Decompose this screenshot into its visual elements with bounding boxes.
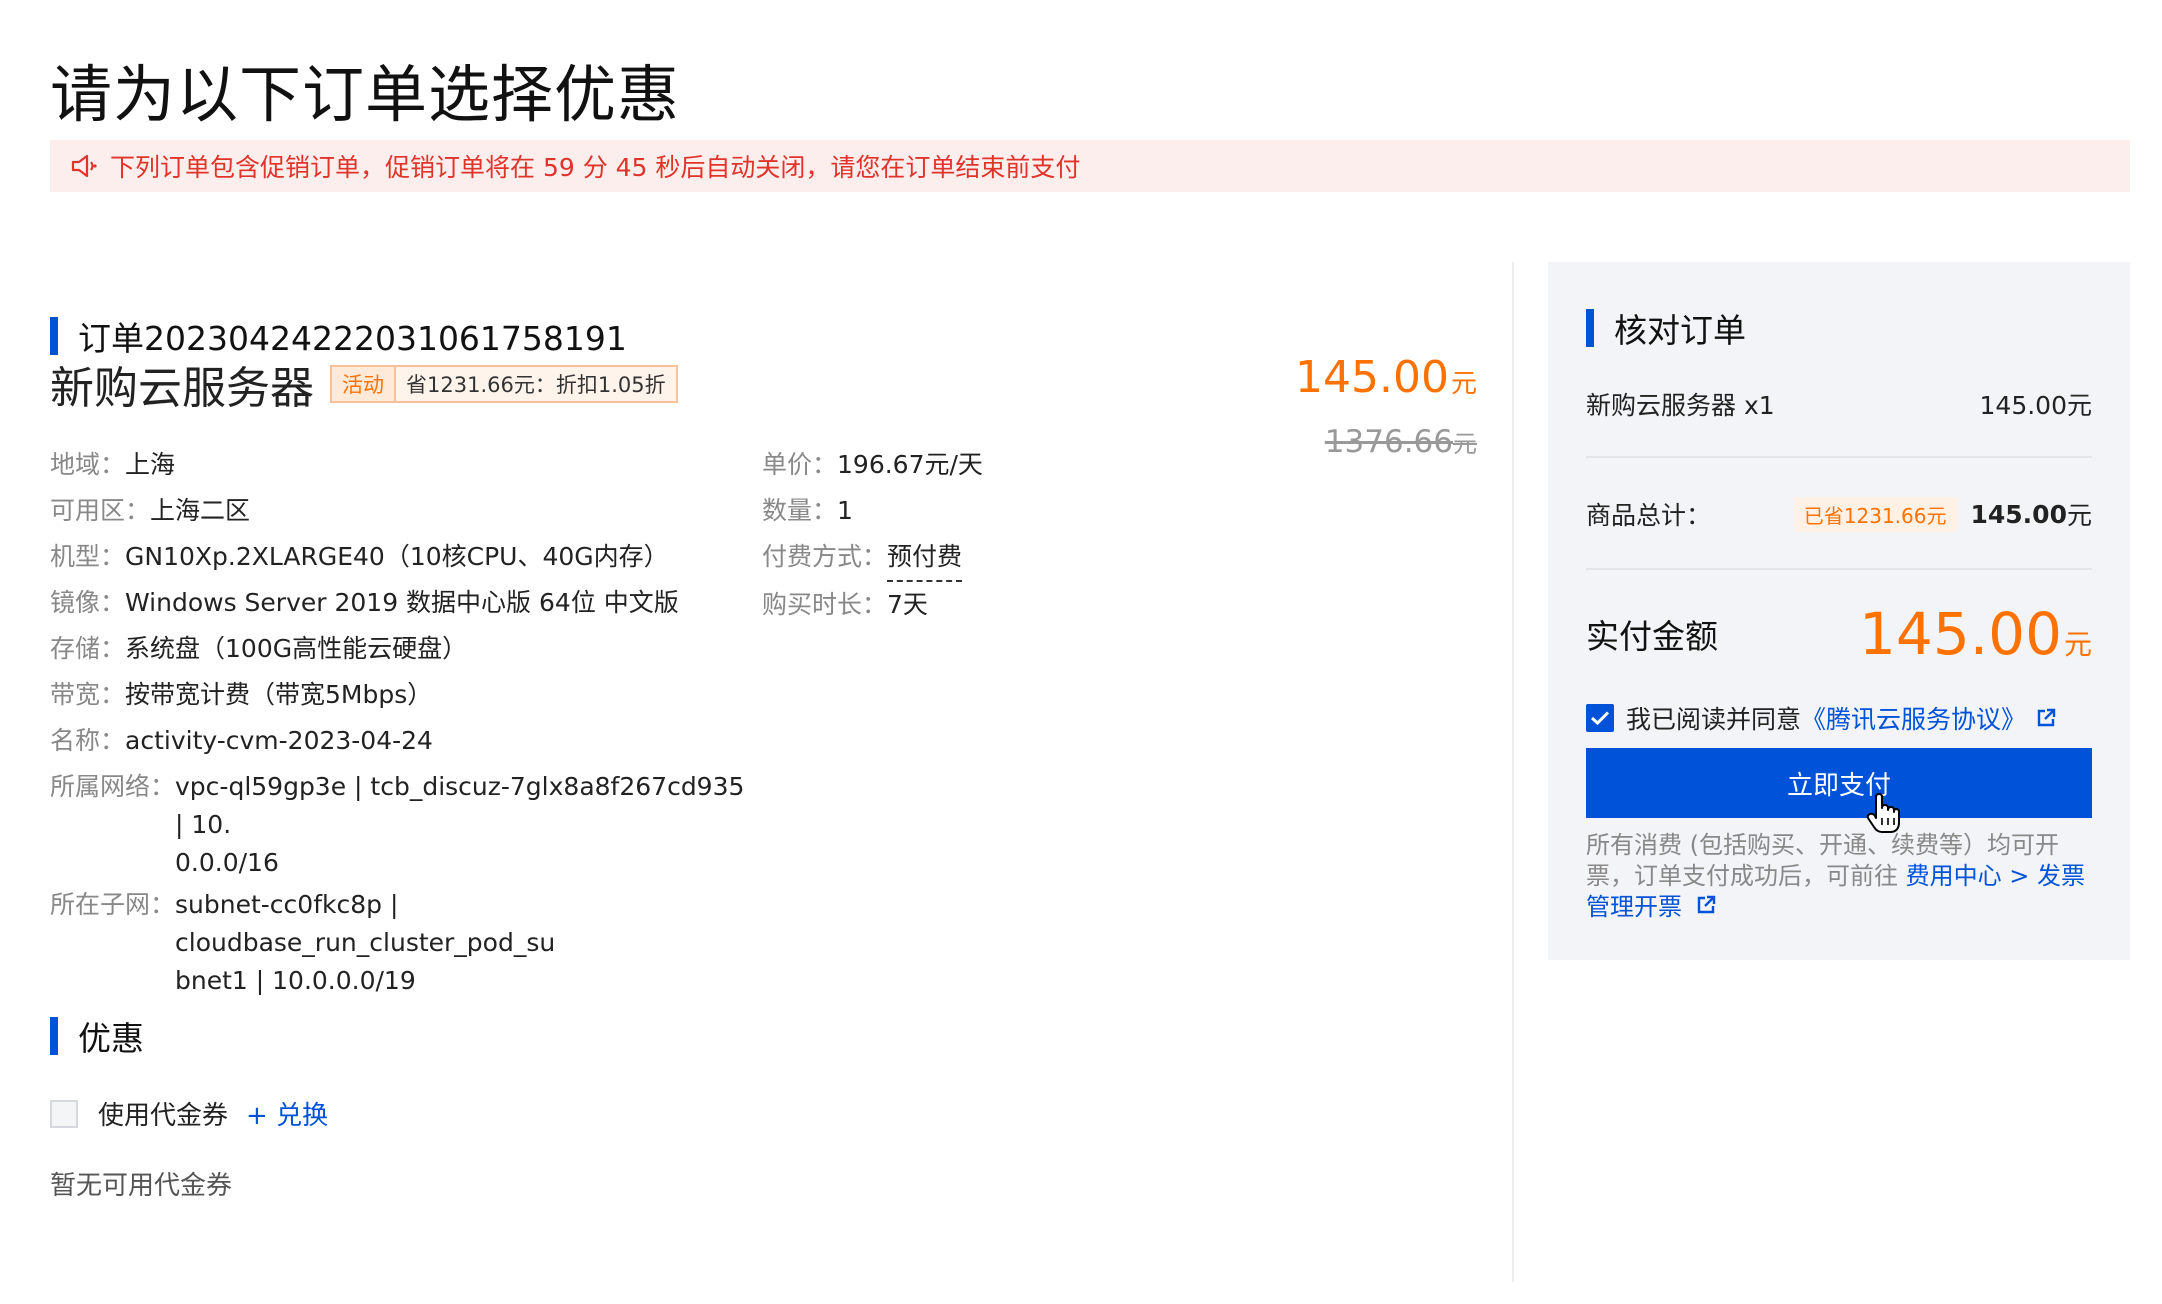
agreement-checkbox[interactable] — [1586, 704, 1614, 732]
discount-label: 省1231.66元：折扣1.05折 — [406, 373, 666, 397]
summary-total-label: 商品总计： — [1586, 501, 1712, 530]
spec-row-network: 所属网络： vpc-ql59gp3e | tcb_discuz-7glx8a8f… — [50, 772, 745, 877]
spec-row-region: 地域： 上海 — [50, 450, 176, 479]
summary-divider — [1586, 568, 2092, 570]
spec-row-billing: 付费方式： 预付费 — [762, 534, 1182, 582]
saved-badge: 已省1231.66元 — [1793, 496, 1957, 532]
summary-item-row: 新购云服务器 x1 145.00元 — [1586, 386, 2092, 422]
spec-row-bandwidth: 带宽： 按带宽计费（带宽5Mbps） — [50, 680, 433, 709]
summary-divider — [1586, 456, 2092, 458]
hand-pointer-cursor-icon — [1866, 792, 1900, 838]
external-link-icon[interactable] — [1696, 895, 1716, 915]
agreement-row: 我已阅读并同意 《腾讯云服务协议》 — [1586, 700, 2056, 736]
activity-tag: 活动 省1231.66元：折扣1.05折 — [330, 365, 678, 403]
original-price: 1376.66 元 — [1324, 424, 1477, 460]
no-voucher-text: 暂无可用代金券 — [50, 1171, 233, 1201]
order-summary-panel: 核对订单 新购云服务器 x1 145.00元 商品总计： 已省1231.66元 … — [1548, 262, 2130, 960]
pay-amount-row: 实付金额 145.00 元 — [1586, 600, 2092, 668]
invoice-note: 所有消费 (包括购买、开通、续费等）均可开票，订单支付成功后，可前往 费用中心 … — [1586, 831, 2086, 921]
product-line: 新购云服务器 活动 省1231.66元：折扣1.05折 — [50, 352, 678, 416]
spec-row-name: 名称： activity-cvm-2023-04-24 — [50, 726, 433, 755]
pay-amount: 145.00 元 — [1859, 600, 2092, 668]
external-link-icon[interactable] — [2036, 708, 2056, 728]
use-voucher-label[interactable]: 使用代金券 — [98, 1095, 228, 1132]
product-name: 新购云服务器 — [50, 363, 314, 414]
spec-row-storage: 存储： 系统盘（100G高性能云硬盘） — [50, 634, 468, 663]
spec-row-quantity: 数量： 1 — [762, 496, 853, 525]
summary-total-row: 商品总计： 已省1231.66元 145.00 元 — [1586, 496, 2092, 532]
pay-now-button[interactable]: 立即支付 — [1586, 748, 2092, 818]
use-voucher-checkbox[interactable] — [50, 1099, 78, 1128]
summary-item-price: 145.00元 — [1979, 391, 2092, 420]
spec-row-image: 镜像： Windows Server 2019 数据中心版 64位 中文版 — [50, 588, 679, 617]
summary-heading: 核对订单 — [1586, 304, 1746, 352]
voucher-row: 使用代金券 + 兑换 — [50, 1095, 328, 1132]
activity-label: 活动 — [332, 367, 396, 401]
spec-list-left: 地域： 上海 可用区： 上海二区 机型： GN10Xp.2XLARGE40（10核CP… — [50, 442, 750, 1004]
service-agreement-link[interactable]: 《腾讯云服务协议》 — [1801, 700, 2026, 736]
check-icon — [1590, 711, 1610, 726]
spec-row-duration: 购买时长： 7天 — [762, 590, 928, 619]
column-divider — [1512, 262, 1514, 1282]
redeem-voucher-link[interactable]: + 兑换 — [246, 1095, 328, 1132]
speaker-icon — [70, 151, 104, 181]
spec-row-unit-price: 单价： 196.67元/天 — [762, 450, 983, 479]
current-price: 145.00 元 — [1295, 352, 1477, 403]
promo-notice-banner: 下列订单包含促销订单，促销订单将在 59 分 45 秒后自动关闭，请您在订单结束… — [50, 140, 2130, 192]
pay-amount-label: 实付金额 — [1586, 617, 1718, 656]
spec-list-right: 单价： 196.67元/天 数量： 1 付费方式： 预付费 购买时长： 7天 — [762, 442, 1182, 628]
discount-heading: 优惠 — [50, 1012, 144, 1060]
summary-item-label: 新购云服务器 x1 — [1586, 391, 1775, 420]
spec-row-subnet: 所在子网： subnet-cc0fkc8p | cloudbase_run_cl… — [50, 890, 556, 995]
summary-total-value: 145.00 — [1970, 499, 2067, 529]
notice-text: 下列订单包含促销订单，促销订单将在 59 分 45 秒后自动关闭，请您在订单结束… — [110, 153, 1081, 182]
page-title: 请为以下订单选择优惠 — [50, 58, 681, 131]
billing-mode-tooltip-trigger[interactable]: 预付费 — [887, 534, 963, 582]
agreement-prefix: 我已阅读并同意 — [1626, 705, 1802, 734]
spec-row-zone: 可用区： 上海二区 — [50, 496, 251, 525]
spec-row-instance-type: 机型： GN10Xp.2XLARGE40（10核CPU、40G内存） — [50, 542, 669, 571]
